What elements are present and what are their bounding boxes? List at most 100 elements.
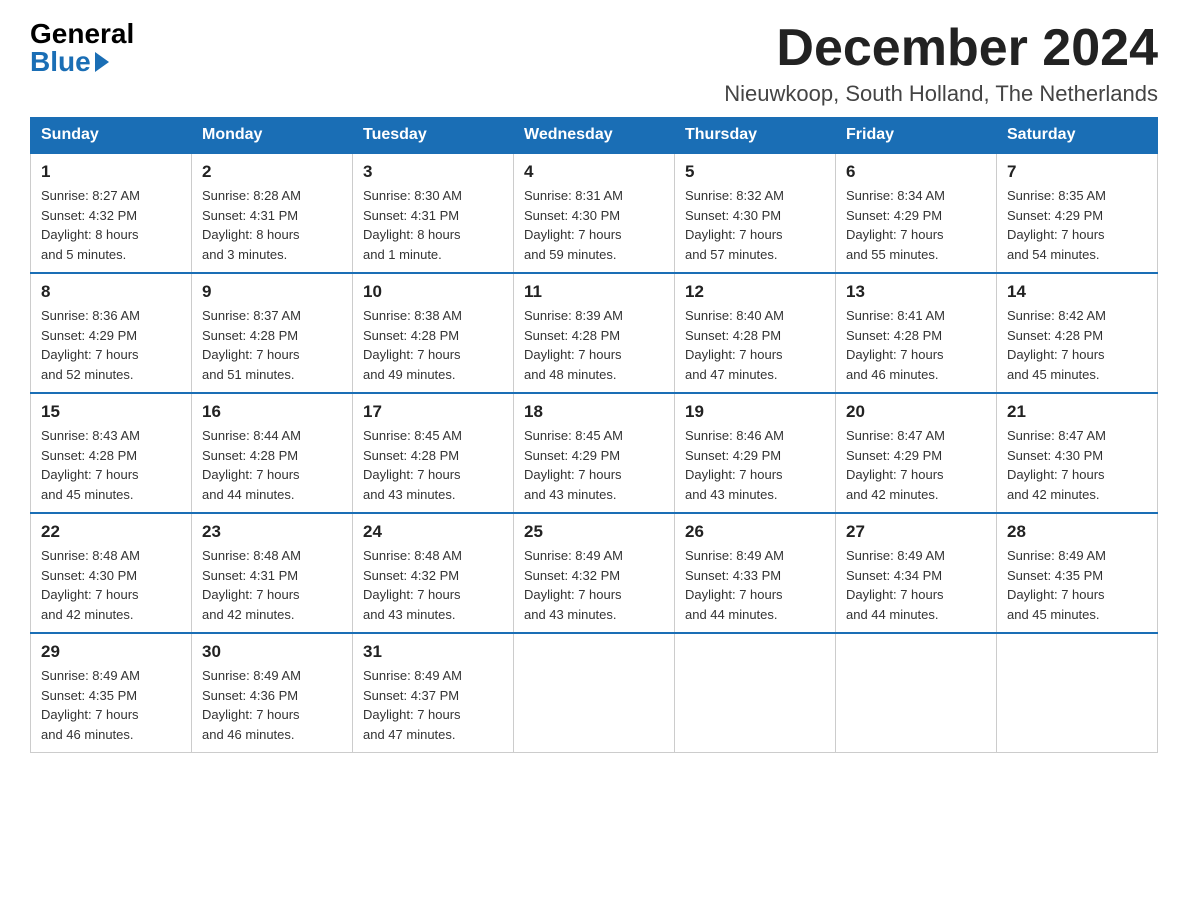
logo-triangle-icon — [95, 52, 109, 72]
day-number: 12 — [685, 282, 825, 302]
day-info: Sunrise: 8:32 AMSunset: 4:30 PMDaylight:… — [685, 186, 825, 264]
calendar-cell: 2 Sunrise: 8:28 AMSunset: 4:31 PMDayligh… — [192, 153, 353, 273]
day-info: Sunrise: 8:40 AMSunset: 4:28 PMDaylight:… — [685, 306, 825, 384]
day-number: 5 — [685, 162, 825, 182]
day-info: Sunrise: 8:45 AMSunset: 4:29 PMDaylight:… — [524, 426, 664, 504]
day-info: Sunrise: 8:48 AMSunset: 4:32 PMDaylight:… — [363, 546, 503, 624]
day-info: Sunrise: 8:37 AMSunset: 4:28 PMDaylight:… — [202, 306, 342, 384]
calendar-cell: 20 Sunrise: 8:47 AMSunset: 4:29 PMDaylig… — [836, 393, 997, 513]
calendar-cell: 24 Sunrise: 8:48 AMSunset: 4:32 PMDaylig… — [353, 513, 514, 633]
day-info: Sunrise: 8:49 AMSunset: 4:35 PMDaylight:… — [1007, 546, 1147, 624]
day-number: 11 — [524, 282, 664, 302]
day-info: Sunrise: 8:39 AMSunset: 4:28 PMDaylight:… — [524, 306, 664, 384]
calendar-cell — [997, 633, 1158, 753]
calendar-week-row: 15 Sunrise: 8:43 AMSunset: 4:28 PMDaylig… — [31, 393, 1158, 513]
day-info: Sunrise: 8:47 AMSunset: 4:30 PMDaylight:… — [1007, 426, 1147, 504]
calendar-cell: 14 Sunrise: 8:42 AMSunset: 4:28 PMDaylig… — [997, 273, 1158, 393]
calendar-cell: 17 Sunrise: 8:45 AMSunset: 4:28 PMDaylig… — [353, 393, 514, 513]
header-thursday: Thursday — [675, 118, 836, 154]
calendar-cell: 4 Sunrise: 8:31 AMSunset: 4:30 PMDayligh… — [514, 153, 675, 273]
calendar-cell: 21 Sunrise: 8:47 AMSunset: 4:30 PMDaylig… — [997, 393, 1158, 513]
day-info: Sunrise: 8:49 AMSunset: 4:34 PMDaylight:… — [846, 546, 986, 624]
day-number: 24 — [363, 522, 503, 542]
day-number: 25 — [524, 522, 664, 542]
day-number: 6 — [846, 162, 986, 182]
header-friday: Friday — [836, 118, 997, 154]
calendar-cell: 8 Sunrise: 8:36 AMSunset: 4:29 PMDayligh… — [31, 273, 192, 393]
day-info: Sunrise: 8:31 AMSunset: 4:30 PMDaylight:… — [524, 186, 664, 264]
day-info: Sunrise: 8:49 AMSunset: 4:33 PMDaylight:… — [685, 546, 825, 624]
day-info: Sunrise: 8:46 AMSunset: 4:29 PMDaylight:… — [685, 426, 825, 504]
calendar-cell: 10 Sunrise: 8:38 AMSunset: 4:28 PMDaylig… — [353, 273, 514, 393]
day-number: 7 — [1007, 162, 1147, 182]
day-info: Sunrise: 8:49 AMSunset: 4:37 PMDaylight:… — [363, 666, 503, 744]
logo-blue-text: Blue — [30, 48, 109, 76]
day-number: 15 — [41, 402, 181, 422]
header-wednesday: Wednesday — [514, 118, 675, 154]
day-number: 26 — [685, 522, 825, 542]
day-number: 14 — [1007, 282, 1147, 302]
calendar-cell: 18 Sunrise: 8:45 AMSunset: 4:29 PMDaylig… — [514, 393, 675, 513]
day-info: Sunrise: 8:36 AMSunset: 4:29 PMDaylight:… — [41, 306, 181, 384]
day-number: 31 — [363, 642, 503, 662]
day-info: Sunrise: 8:30 AMSunset: 4:31 PMDaylight:… — [363, 186, 503, 264]
day-info: Sunrise: 8:38 AMSunset: 4:28 PMDaylight:… — [363, 306, 503, 384]
calendar-table: SundayMondayTuesdayWednesdayThursdayFrid… — [30, 117, 1158, 753]
calendar-cell: 5 Sunrise: 8:32 AMSunset: 4:30 PMDayligh… — [675, 153, 836, 273]
calendar-cell — [836, 633, 997, 753]
calendar-cell — [514, 633, 675, 753]
title-block: December 2024 Nieuwkoop, South Holland, … — [724, 20, 1158, 107]
calendar-cell: 11 Sunrise: 8:39 AMSunset: 4:28 PMDaylig… — [514, 273, 675, 393]
day-number: 3 — [363, 162, 503, 182]
calendar-cell: 29 Sunrise: 8:49 AMSunset: 4:35 PMDaylig… — [31, 633, 192, 753]
day-number: 9 — [202, 282, 342, 302]
month-title: December 2024 — [724, 20, 1158, 77]
calendar-cell: 6 Sunrise: 8:34 AMSunset: 4:29 PMDayligh… — [836, 153, 997, 273]
header-monday: Monday — [192, 118, 353, 154]
calendar-cell: 22 Sunrise: 8:48 AMSunset: 4:30 PMDaylig… — [31, 513, 192, 633]
calendar-week-row: 29 Sunrise: 8:49 AMSunset: 4:35 PMDaylig… — [31, 633, 1158, 753]
calendar-cell: 16 Sunrise: 8:44 AMSunset: 4:28 PMDaylig… — [192, 393, 353, 513]
calendar-week-row: 1 Sunrise: 8:27 AMSunset: 4:32 PMDayligh… — [31, 153, 1158, 273]
day-number: 22 — [41, 522, 181, 542]
day-info: Sunrise: 8:34 AMSunset: 4:29 PMDaylight:… — [846, 186, 986, 264]
day-number: 30 — [202, 642, 342, 662]
logo: General Blue — [30, 20, 134, 76]
calendar-cell: 30 Sunrise: 8:49 AMSunset: 4:36 PMDaylig… — [192, 633, 353, 753]
day-info: Sunrise: 8:27 AMSunset: 4:32 PMDaylight:… — [41, 186, 181, 264]
header-tuesday: Tuesday — [353, 118, 514, 154]
calendar-cell: 1 Sunrise: 8:27 AMSunset: 4:32 PMDayligh… — [31, 153, 192, 273]
day-number: 29 — [41, 642, 181, 662]
day-number: 4 — [524, 162, 664, 182]
day-number: 19 — [685, 402, 825, 422]
calendar-cell — [675, 633, 836, 753]
day-number: 13 — [846, 282, 986, 302]
calendar-cell: 28 Sunrise: 8:49 AMSunset: 4:35 PMDaylig… — [997, 513, 1158, 633]
day-info: Sunrise: 8:48 AMSunset: 4:30 PMDaylight:… — [41, 546, 181, 624]
day-info: Sunrise: 8:45 AMSunset: 4:28 PMDaylight:… — [363, 426, 503, 504]
calendar-cell: 26 Sunrise: 8:49 AMSunset: 4:33 PMDaylig… — [675, 513, 836, 633]
calendar-cell: 23 Sunrise: 8:48 AMSunset: 4:31 PMDaylig… — [192, 513, 353, 633]
calendar-week-row: 22 Sunrise: 8:48 AMSunset: 4:30 PMDaylig… — [31, 513, 1158, 633]
day-number: 2 — [202, 162, 342, 182]
calendar-cell: 19 Sunrise: 8:46 AMSunset: 4:29 PMDaylig… — [675, 393, 836, 513]
calendar-cell: 12 Sunrise: 8:40 AMSunset: 4:28 PMDaylig… — [675, 273, 836, 393]
day-number: 10 — [363, 282, 503, 302]
header-sunday: Sunday — [31, 118, 192, 154]
day-number: 17 — [363, 402, 503, 422]
calendar-cell: 9 Sunrise: 8:37 AMSunset: 4:28 PMDayligh… — [192, 273, 353, 393]
day-number: 20 — [846, 402, 986, 422]
day-info: Sunrise: 8:49 AMSunset: 4:35 PMDaylight:… — [41, 666, 181, 744]
day-info: Sunrise: 8:35 AMSunset: 4:29 PMDaylight:… — [1007, 186, 1147, 264]
calendar-cell: 15 Sunrise: 8:43 AMSunset: 4:28 PMDaylig… — [31, 393, 192, 513]
page-header: General Blue December 2024 Nieuwkoop, So… — [30, 20, 1158, 107]
day-number: 1 — [41, 162, 181, 182]
day-info: Sunrise: 8:42 AMSunset: 4:28 PMDaylight:… — [1007, 306, 1147, 384]
logo-general-text: General — [30, 20, 134, 48]
header-saturday: Saturday — [997, 118, 1158, 154]
day-number: 28 — [1007, 522, 1147, 542]
calendar-cell: 27 Sunrise: 8:49 AMSunset: 4:34 PMDaylig… — [836, 513, 997, 633]
day-number: 27 — [846, 522, 986, 542]
calendar-header-row: SundayMondayTuesdayWednesdayThursdayFrid… — [31, 118, 1158, 154]
day-info: Sunrise: 8:44 AMSunset: 4:28 PMDaylight:… — [202, 426, 342, 504]
